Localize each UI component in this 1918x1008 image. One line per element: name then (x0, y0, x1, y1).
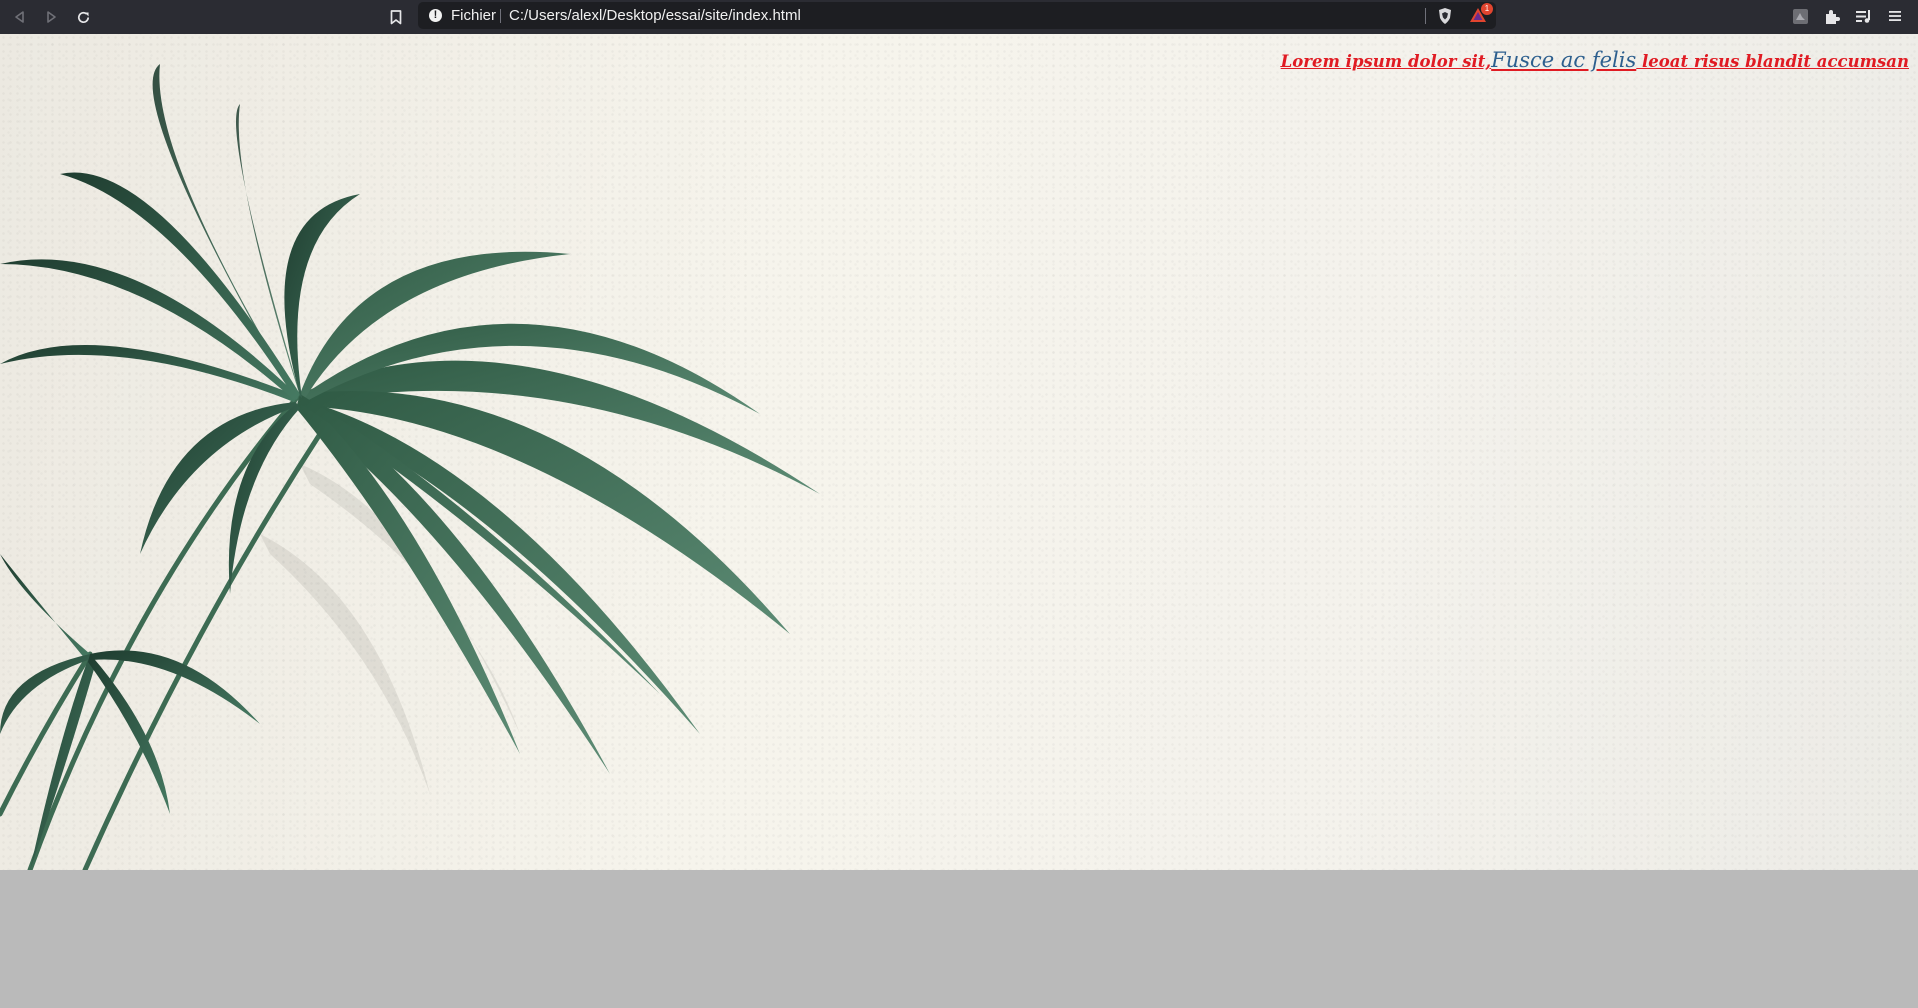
extensions-icon[interactable] (1821, 6, 1841, 26)
playlist-icon[interactable] (1853, 6, 1873, 26)
address-bar[interactable]: ! Fichier C:/Users/alexl/Desktop/essai/s… (418, 2, 1496, 29)
rewards-badge: 1 (1481, 3, 1493, 15)
lorem-link[interactable]: Lorem ipsum dolor sit, (1281, 52, 1491, 71)
address-divider (500, 9, 501, 23)
brave-shield-icon[interactable] (1437, 7, 1453, 29)
forward-icon[interactable] (40, 6, 62, 28)
fusce-link[interactable]: Fusce ac felis (1491, 48, 1636, 72)
url-text[interactable]: C:/Users/alexl/Desktop/essai/site/index.… (509, 7, 801, 24)
empty-lower-area (0, 870, 1918, 1008)
address-divider-right (1425, 8, 1426, 24)
protocol-label[interactable]: Fichier (451, 7, 496, 24)
reload-icon[interactable] (72, 6, 94, 28)
back-icon[interactable] (9, 6, 31, 28)
leoat-link[interactable]: leoat risus blandit accumsan (1636, 52, 1909, 71)
palm-plant-image (0, 64, 820, 870)
menu-icon[interactable] (1885, 6, 1905, 26)
top-line: Lorem ipsum dolor sit,Fusce ac felis leo… (1281, 48, 1909, 72)
wallet-icon[interactable] (1790, 6, 1810, 26)
bookmark-icon[interactable] (385, 6, 407, 28)
page-background: Lorem ipsum dolor sit,Fusce ac felis leo… (0, 34, 1918, 870)
info-icon[interactable]: ! (429, 9, 442, 22)
browser-toolbar: ! Fichier C:/Users/alexl/Desktop/essai/s… (0, 0, 1918, 34)
